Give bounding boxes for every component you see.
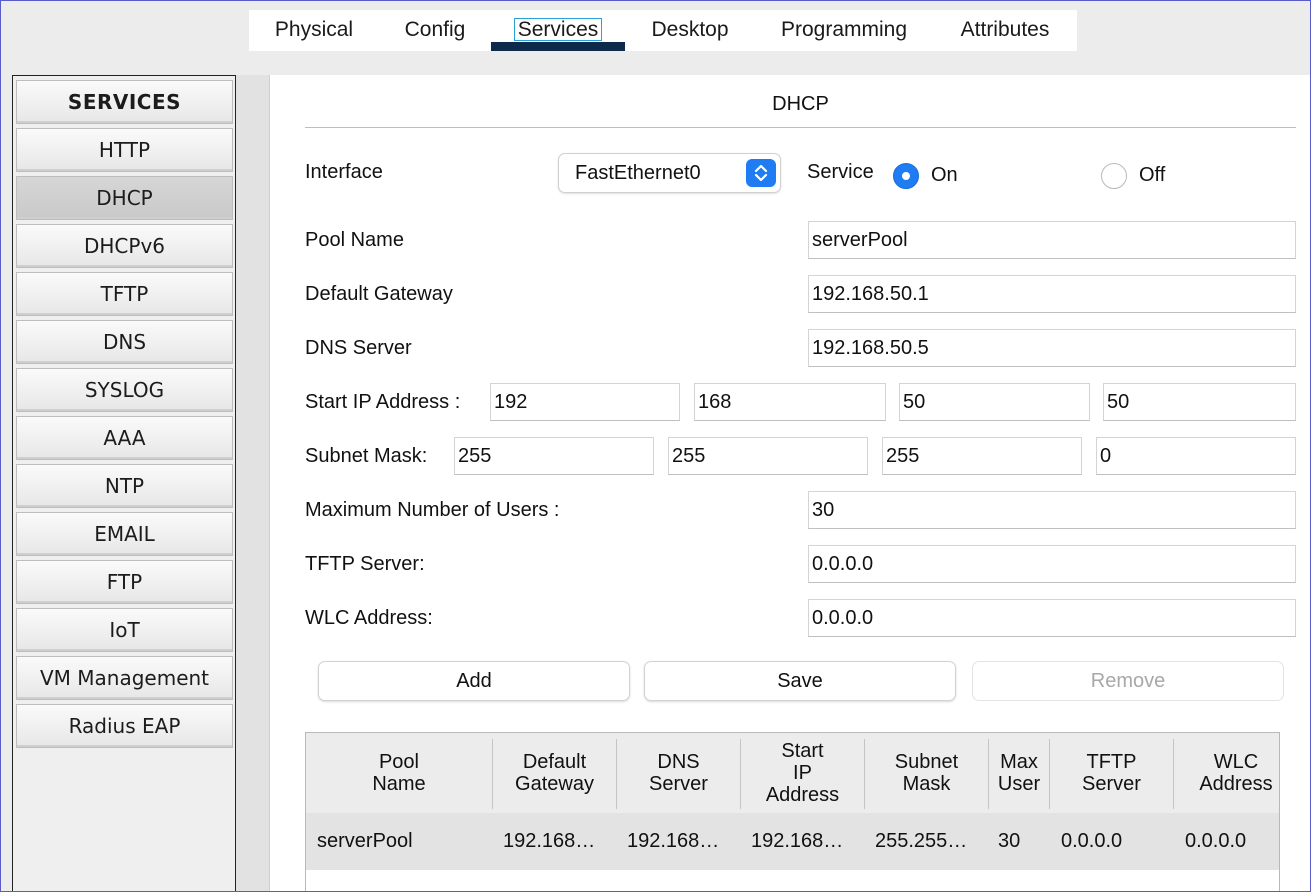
- interface-select-value: FastEthernet0: [575, 162, 701, 184]
- sidebar-item-dhcpv6[interactable]: DHCPv6: [16, 224, 233, 268]
- sidebar-item-vm-management[interactable]: VM Management: [16, 656, 233, 700]
- subnet-mask-octet-2[interactable]: [668, 437, 868, 475]
- tab-label: Services: [513, 18, 603, 41]
- select-arrows-icon: [746, 159, 776, 187]
- sidebar-item-ftp[interactable]: FTP: [16, 560, 233, 604]
- column-header-default-gateway[interactable]: Default Gateway: [493, 733, 616, 813]
- start-ip-octet-1[interactable]: [490, 383, 680, 421]
- tab-label: Attributes: [960, 18, 1050, 41]
- tab-label: Config: [404, 18, 466, 41]
- sidebar-item-syslog[interactable]: SYSLOG: [16, 368, 233, 412]
- cell-default-gateway: 192.168…: [503, 830, 596, 852]
- pool-table: Pool Name Default Gateway DNS Server Sta…: [305, 732, 1280, 892]
- tab-attributes[interactable]: Attributes: [933, 10, 1077, 51]
- dns-server-label: DNS Server: [305, 337, 412, 359]
- sidebar-item-tftp[interactable]: TFTP: [16, 272, 233, 316]
- service-off-radio[interactable]: [1101, 163, 1127, 189]
- max-users-input[interactable]: [808, 491, 1296, 529]
- service-on-label: On: [931, 164, 958, 186]
- start-ip-octet-4[interactable]: [1103, 383, 1296, 421]
- tab-label: Programming: [780, 18, 908, 41]
- service-on-radio[interactable]: [893, 163, 919, 189]
- wlc-address-input[interactable]: [808, 599, 1296, 637]
- sidebar-item-radius-eap[interactable]: Radius EAP: [16, 704, 233, 748]
- cell-pool-name: serverPool: [317, 830, 413, 852]
- default-gateway-label: Default Gateway: [305, 283, 453, 305]
- sidebar-item-dhcp[interactable]: DHCP: [16, 176, 233, 220]
- pool-name-label: Pool Name: [305, 229, 404, 251]
- column-header-tftp-server[interactable]: TFTP Server: [1050, 733, 1173, 813]
- sidebar-item-ntp[interactable]: NTP: [16, 464, 233, 508]
- sidebar-item-iot[interactable]: IoT: [16, 608, 233, 652]
- pool-name-input[interactable]: [808, 221, 1296, 259]
- remove-button[interactable]: Remove: [972, 661, 1284, 701]
- save-button[interactable]: Save: [644, 661, 956, 701]
- table-header: Pool Name Default Gateway DNS Server Sta…: [306, 733, 1279, 813]
- dhcp-panel: DHCP Interface FastEthernet0 Service On …: [270, 75, 1311, 892]
- tab-label: Physical: [274, 18, 354, 41]
- max-users-label: Maximum Number of Users :: [305, 499, 560, 521]
- subnet-mask-octet-1[interactable]: [454, 437, 654, 475]
- column-header-wlc-address[interactable]: WLC Address: [1174, 733, 1298, 813]
- cell-wlc-address: 0.0.0.0: [1185, 830, 1247, 852]
- cell-start-ip: 192.168…: [751, 830, 844, 852]
- sidebar-scroll-gutter: [236, 75, 270, 892]
- cell-max-user: 30: [998, 830, 1021, 852]
- table-row[interactable]: serverPool 192.168… 192.168… 192.168… 25…: [306, 813, 1279, 870]
- column-header-dns-server[interactable]: DNS Server: [617, 733, 740, 813]
- cell-subnet-mask: 255.255…: [875, 830, 968, 852]
- active-tab-indicator: [491, 42, 625, 51]
- sidebar-item-aaa[interactable]: AAA: [16, 416, 233, 460]
- subnet-mask-octet-3[interactable]: [882, 437, 1082, 475]
- add-button[interactable]: Add: [318, 661, 630, 701]
- sidebar-item-http[interactable]: HTTP: [16, 128, 233, 172]
- tab-label: Desktop: [651, 18, 729, 41]
- services-sidebar: SERVICES HTTP DHCP DHCPv6 TFTP DNS SYSLO…: [12, 75, 236, 892]
- subnet-mask-octet-4[interactable]: [1096, 437, 1296, 475]
- service-off-label: Off: [1139, 164, 1166, 186]
- tftp-server-label: TFTP Server:: [305, 553, 425, 575]
- tab-config[interactable]: Config: [379, 10, 491, 51]
- service-label: Service: [807, 161, 874, 183]
- start-ip-label: Start IP Address :: [305, 391, 461, 413]
- cell-dns-server: 192.168…: [627, 830, 720, 852]
- subnet-mask-label: Subnet Mask:: [305, 445, 428, 467]
- column-header-pool-name[interactable]: Pool Name: [306, 733, 492, 813]
- column-header-max-user[interactable]: Max User: [989, 733, 1049, 813]
- wlc-address-label: WLC Address:: [305, 607, 433, 629]
- interface-label: Interface: [305, 161, 383, 183]
- default-gateway-input[interactable]: [808, 275, 1296, 313]
- column-header-start-ip[interactable]: Start IP Address: [741, 733, 864, 813]
- tab-physical[interactable]: Physical: [249, 10, 379, 51]
- start-ip-octet-3[interactable]: [899, 383, 1090, 421]
- interface-select[interactable]: FastEthernet0: [558, 153, 781, 193]
- tftp-server-input[interactable]: [808, 545, 1296, 583]
- column-header-subnet-mask[interactable]: Subnet Mask: [865, 733, 988, 813]
- sidebar-item-dns[interactable]: DNS: [16, 320, 233, 364]
- sidebar-header: SERVICES: [16, 80, 233, 124]
- tab-desktop[interactable]: Desktop: [625, 10, 755, 51]
- start-ip-octet-2[interactable]: [694, 383, 886, 421]
- tab-programming[interactable]: Programming: [755, 10, 933, 51]
- sidebar-item-email[interactable]: EMAIL: [16, 512, 233, 556]
- dns-server-input[interactable]: [808, 329, 1296, 367]
- cell-tftp-server: 0.0.0.0: [1061, 830, 1123, 852]
- title-divider: [305, 127, 1296, 128]
- tab-bar: Physical Config Services Desktop Program…: [249, 10, 1077, 51]
- panel-title: DHCP: [772, 93, 829, 115]
